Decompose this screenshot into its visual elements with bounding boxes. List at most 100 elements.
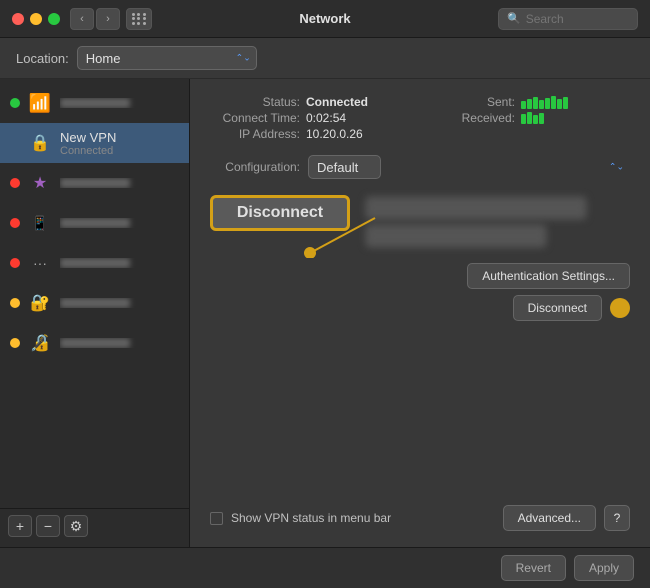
item-text-1 — [60, 98, 179, 108]
remove-button[interactable]: − — [36, 515, 60, 537]
sent-row: Sent: — [425, 95, 630, 109]
title-bar: ‹ › Network 🔍 — [0, 0, 650, 38]
arrow-dot — [610, 298, 630, 318]
sidebar-item-3[interactable]: ★ — [0, 163, 189, 203]
right-panel: Status: Connected Sent: Connect Time: — [190, 79, 650, 547]
help-button[interactable]: ? — [604, 505, 630, 531]
disconnect-fields-row: Disconnect — [210, 193, 630, 247]
sidebar-bottom: + − ⚙ — [0, 508, 189, 543]
location-bar: Location: Automatic Home Work Office — [0, 38, 650, 79]
config-select[interactable]: Default Manual — [308, 155, 381, 179]
ip-label: IP Address: — [210, 127, 300, 141]
sidebar-item-1[interactable]: 📶 — [0, 83, 189, 123]
status-dot-green — [10, 98, 20, 108]
blurred-fields — [366, 197, 630, 247]
item-text-3 — [60, 178, 179, 188]
search-input[interactable] — [526, 12, 629, 26]
item-name-new-vpn: New VPN — [60, 130, 179, 145]
status-label: Status: — [210, 95, 300, 109]
auth-settings-button[interactable]: Authentication Settings... — [467, 263, 630, 289]
bluetooth-icon: ★ — [28, 171, 52, 195]
item-text-6 — [60, 298, 179, 308]
sent-label: Sent: — [425, 95, 515, 109]
status-dot-yellow-7 — [10, 338, 20, 348]
show-vpn-checkbox[interactable] — [210, 512, 223, 525]
minimize-button[interactable] — [30, 13, 42, 25]
received-row: Received: — [425, 111, 630, 125]
blurred-field-1 — [366, 197, 586, 219]
close-button[interactable] — [12, 13, 24, 25]
sidebar: 📶 🔒 New VPN Connected ★ — [0, 79, 190, 547]
search-icon: 🔍 — [507, 12, 521, 25]
ip-value: 10.20.0.26 — [306, 127, 363, 141]
blurred-name-4 — [60, 218, 130, 228]
sidebar-item-4[interactable]: 📱 — [0, 203, 189, 243]
blurred-name-7 — [60, 338, 130, 348]
connect-time-label: Connect Time: — [210, 111, 300, 125]
status-row: Status: Connected — [210, 95, 415, 109]
add-button[interactable]: + — [8, 515, 32, 537]
blurred-name-5 — [60, 258, 130, 268]
status-grid: Status: Connected Sent: Connect Time: — [210, 95, 630, 141]
traffic-lights — [12, 13, 60, 25]
sidebar-item-6[interactable]: 🔐 — [0, 283, 189, 323]
received-label: Received: — [425, 111, 515, 125]
connect-time-row: Connect Time: 0:02:54 — [210, 111, 415, 125]
auth-row: Authentication Settings... Disconnect — [210, 263, 630, 321]
small-disconnect-button[interactable]: Disconnect — [513, 295, 602, 321]
status-dot-yellow-6 — [10, 298, 20, 308]
lock2-icon: 🔐 — [28, 291, 52, 315]
blurred-field-2 — [366, 225, 546, 247]
status-value: Connected — [306, 95, 368, 109]
gear-button[interactable]: ⚙ — [64, 515, 88, 537]
sidebar-item-5[interactable]: ··· — [0, 243, 189, 283]
sidebar-item-new-vpn[interactable]: 🔒 New VPN Connected — [0, 123, 189, 163]
disconnect-area: Disconnect — [210, 193, 630, 247]
grid-icon — [132, 13, 147, 25]
item-text-5 — [60, 258, 179, 268]
config-row: Configuration: Default Manual — [210, 155, 630, 179]
location-select[interactable]: Automatic Home Work Office — [77, 46, 257, 70]
grid-button[interactable] — [126, 8, 152, 30]
item-text-7 — [60, 338, 179, 348]
main-content: 📶 🔒 New VPN Connected ★ — [0, 79, 650, 547]
sidebar-item-7[interactable]: 🔏 — [0, 323, 189, 363]
item-text-4 — [60, 218, 179, 228]
lock-icon: 🔒 — [28, 131, 52, 155]
small-disconnect-row: Disconnect — [210, 295, 630, 321]
spacer — [210, 337, 630, 491]
maximize-button[interactable] — [48, 13, 60, 25]
recv-bars — [521, 112, 544, 124]
bottom-bar: Revert Apply — [0, 547, 650, 588]
show-vpn-label: Show VPN status in menu bar — [231, 511, 391, 525]
dots-icon: ··· — [28, 251, 52, 275]
connect-time-value: 0:02:54 — [306, 111, 346, 125]
window-title: Network — [299, 11, 350, 26]
phone-icon: 📱 — [28, 211, 52, 235]
item-text-new-vpn: New VPN Connected — [60, 130, 179, 157]
back-button[interactable]: ‹ — [70, 8, 94, 30]
blurred-name-6 — [60, 298, 130, 308]
location-select-wrapper[interactable]: Automatic Home Work Office — [77, 46, 257, 70]
status-dot-red-3 — [10, 178, 20, 188]
item-status-new-vpn: Connected — [60, 145, 179, 157]
lock3-icon: 🔏 — [28, 331, 52, 355]
wifi-icon: 📶 — [28, 91, 52, 115]
auth-buttons-row: Authentication Settings... — [210, 263, 630, 289]
forward-button[interactable]: › — [96, 8, 120, 30]
blurred-name-1 — [60, 98, 130, 108]
search-box[interactable]: 🔍 — [498, 8, 638, 30]
apply-button[interactable]: Apply — [574, 555, 634, 581]
sent-bars — [521, 96, 568, 109]
status-dot-red-4 — [10, 218, 20, 228]
status-dot-red-5 — [10, 258, 20, 268]
revert-button[interactable]: Revert — [501, 555, 566, 581]
nav-arrows: ‹ › — [70, 8, 120, 30]
location-label: Location: — [16, 51, 69, 66]
config-label: Configuration: — [210, 160, 300, 174]
arrow-svg — [300, 208, 380, 258]
blurred-name-3 — [60, 178, 130, 188]
vpn-bottom-row: Show VPN status in menu bar Advanced... … — [210, 505, 630, 531]
config-select-wrapper[interactable]: Default Manual — [308, 155, 630, 179]
advanced-button[interactable]: Advanced... — [503, 505, 596, 531]
